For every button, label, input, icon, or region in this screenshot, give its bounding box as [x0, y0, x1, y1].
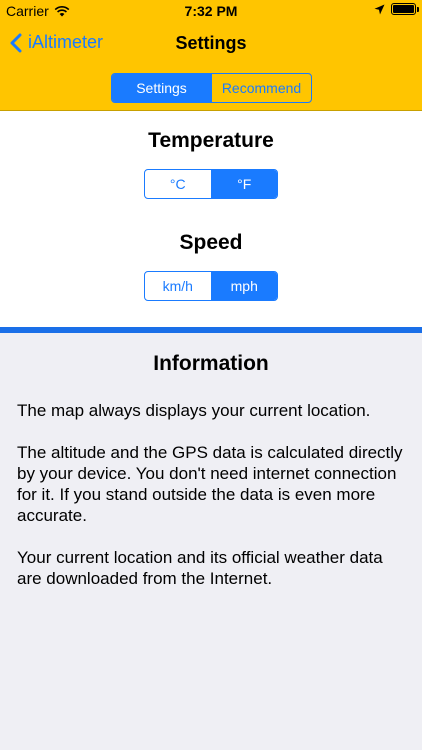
information-title: Information: [153, 352, 269, 375]
speed-title: Speed: [179, 231, 243, 254]
section-divider: [0, 327, 422, 333]
temperature-segmented-control: °C °F: [144, 169, 278, 199]
settings-panel: Temperature °C °F Speed km/h mph: [0, 111, 422, 327]
tab-recommend[interactable]: Recommend: [211, 74, 311, 102]
top-segmented-control: Settings Recommend: [111, 73, 312, 103]
navigation-bar: Carrier 7:32 PM iAltimeter Settings Sett…: [0, 0, 422, 111]
kmh-option[interactable]: km/h: [145, 272, 211, 300]
status-right: [374, 3, 419, 15]
information-body: The map always displays your current loc…: [17, 400, 412, 589]
location-arrow-icon: [374, 4, 385, 14]
nav-row: iAltimeter Settings: [0, 22, 422, 66]
celsius-option[interactable]: °C: [145, 170, 211, 198]
tab-settings[interactable]: Settings: [112, 74, 211, 102]
status-bar: Carrier 7:32 PM: [0, 0, 422, 22]
battery-icon: [391, 3, 419, 15]
temperature-title: Temperature: [148, 129, 274, 152]
page-title: Settings: [175, 33, 247, 53]
status-time: 7:32 PM: [184, 3, 238, 19]
mph-option[interactable]: mph: [210, 272, 277, 300]
speed-segmented-control: km/h mph: [144, 271, 278, 301]
information-paragraph: The map always displays your current loc…: [17, 401, 371, 420]
information-paragraph: Your current location and its official w…: [17, 548, 383, 588]
fahrenheit-option[interactable]: °F: [210, 170, 277, 198]
information-paragraph: The altitude and the GPS data is calcula…: [17, 443, 403, 525]
